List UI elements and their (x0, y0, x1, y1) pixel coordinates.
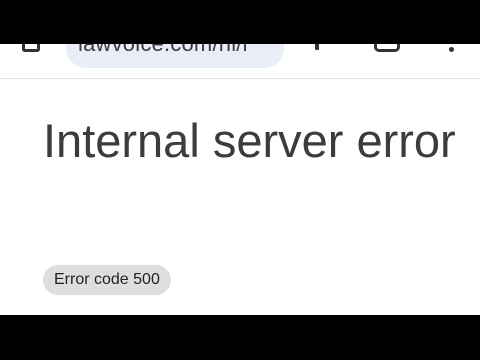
home-icon[interactable] (22, 44, 40, 52)
error-code-badge: Error code 500 (43, 265, 171, 295)
browser-toolbar: lawvoice.com/hi/i (0, 44, 480, 79)
browser-screen: lawvoice.com/hi/i Internal server error … (0, 44, 480, 315)
tabs-icon[interactable] (374, 44, 400, 52)
more-vert-icon[interactable] (449, 47, 454, 52)
plus-icon[interactable] (315, 44, 319, 50)
url-text: lawvoice.com/hi/i (78, 44, 248, 57)
page-title: Internal server error (43, 114, 456, 167)
address-bar[interactable]: lawvoice.com/hi/i (66, 44, 284, 68)
